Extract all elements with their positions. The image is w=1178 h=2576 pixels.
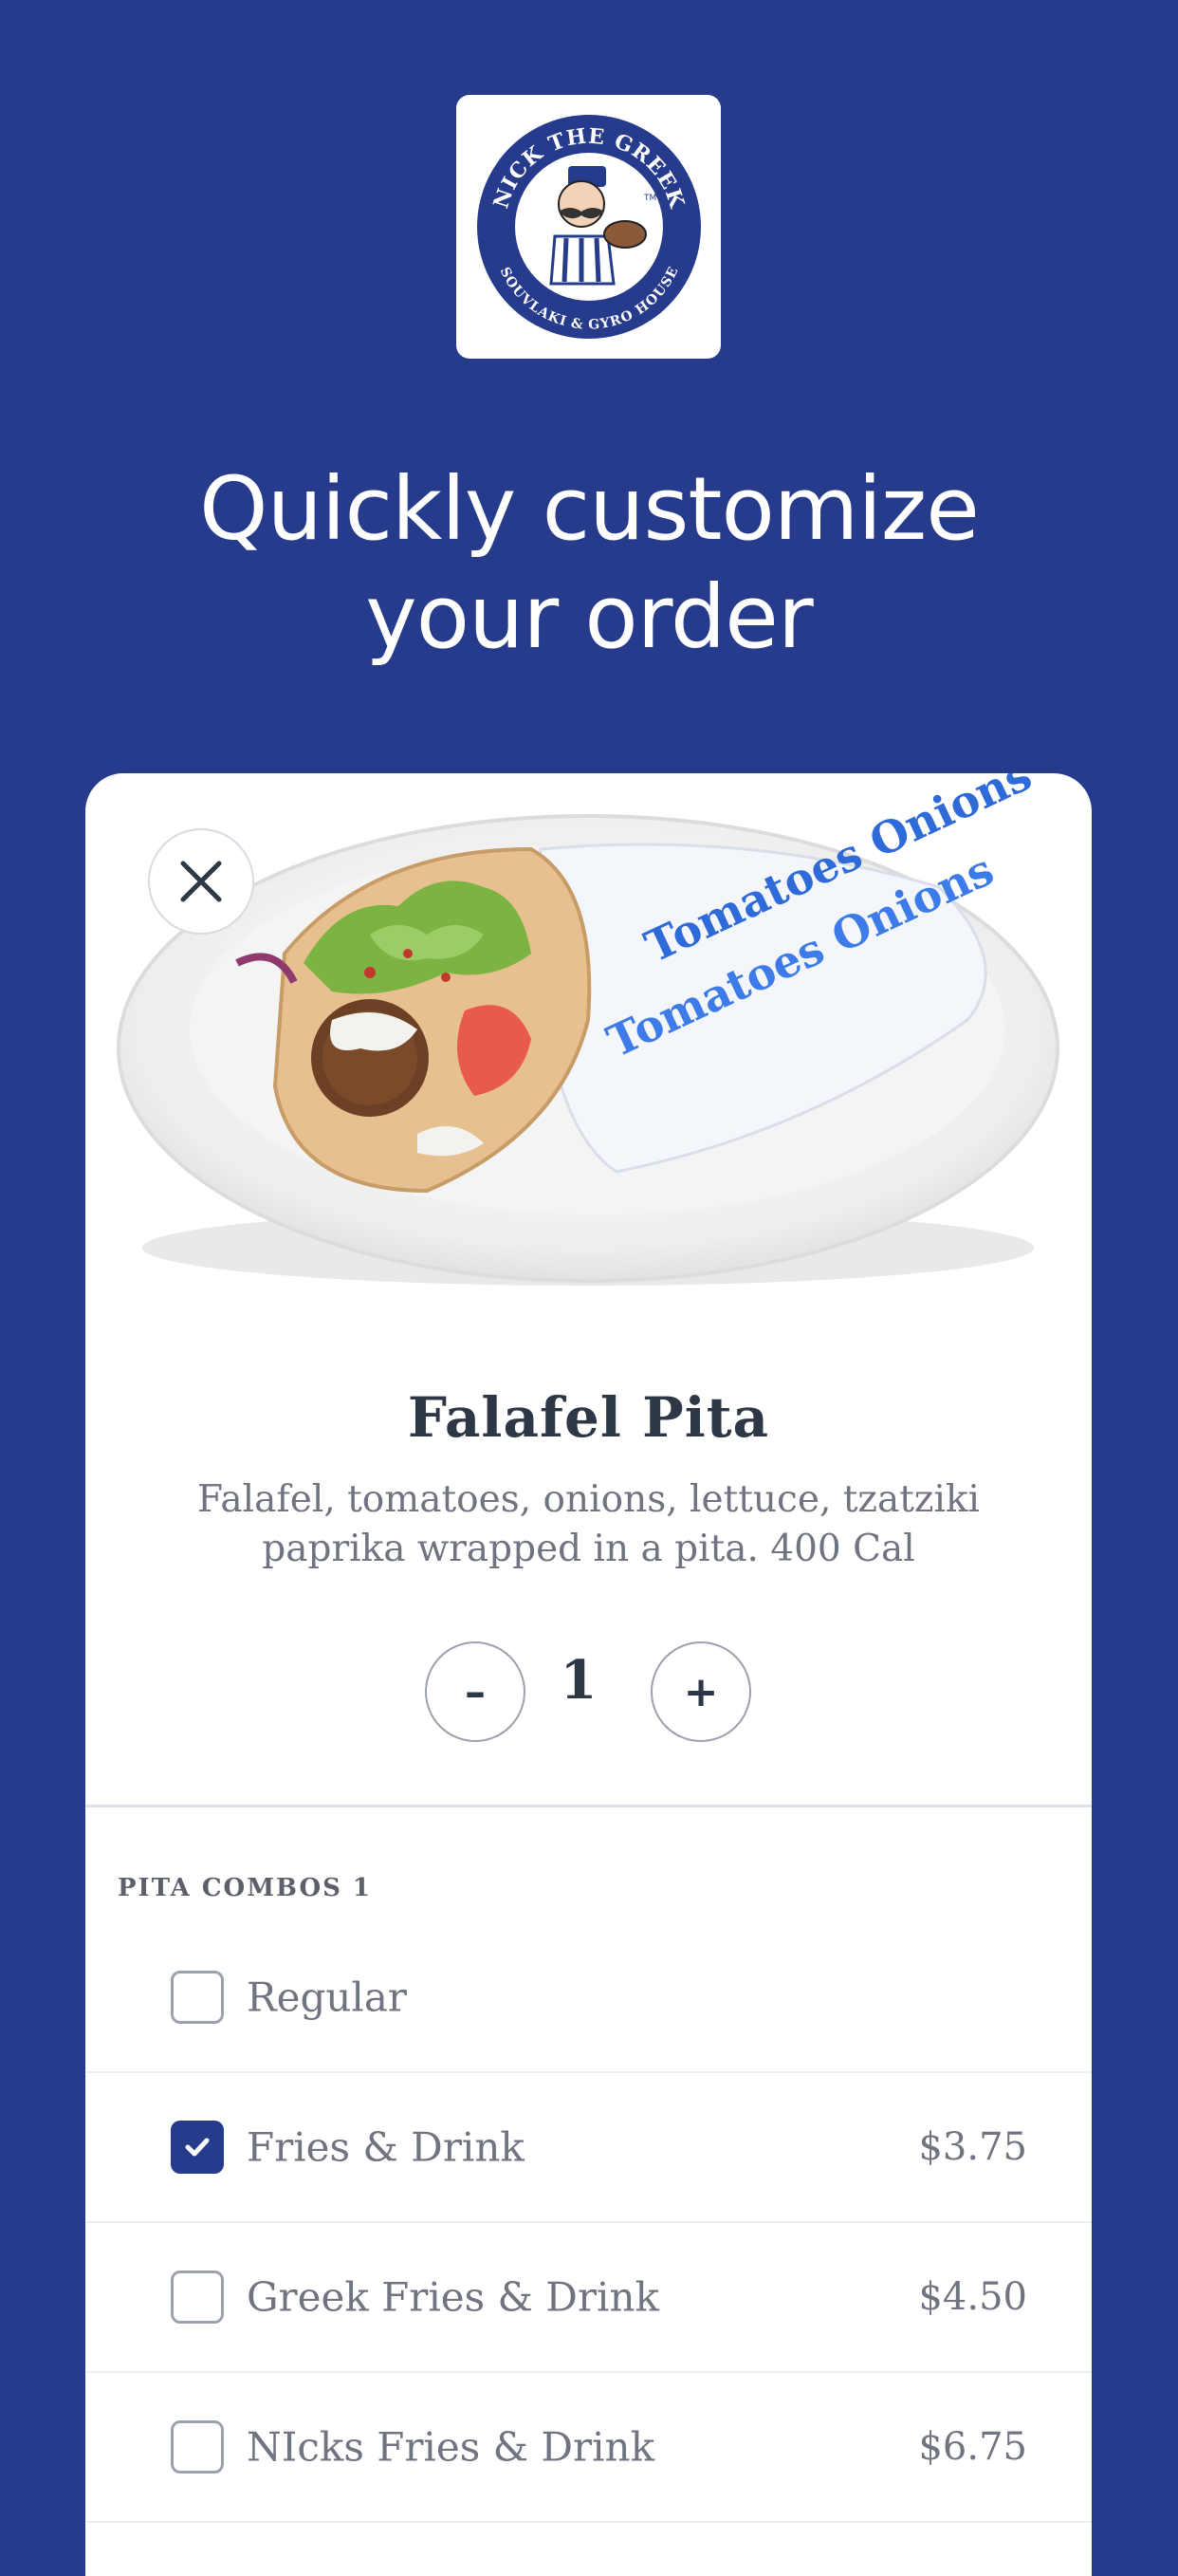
brand-logo: NICK THE GREEK SOUVLAKI & GYRO HOUSE TM <box>456 95 721 359</box>
logo-tm: TM <box>643 194 656 203</box>
section-label: PITA COMBOS 1 <box>118 1874 373 1902</box>
headline-line-1: Quickly customize <box>199 458 980 560</box>
product-description: Falafel, tomatoes, onions, lettuce, tzat… <box>196 1478 981 1570</box>
checkbox[interactable] <box>171 2420 224 2474</box>
option-label: Fries & Drink <box>247 2123 525 2171</box>
page-headline: Quickly customize your order <box>0 455 1178 672</box>
quantity-decrease-button[interactable]: – <box>425 1641 525 1742</box>
option-row-greek-fries-drink[interactable]: Greek Fries & Drink $4.50 <box>85 2223 1092 2373</box>
product-sheet: Tomatoes Onions Tomatoes Onions Falafel … <box>85 773 1092 2576</box>
option-price: $6.75 <box>918 2425 1027 2469</box>
option-row-fries-drink[interactable]: Fries & Drink $3.75 <box>85 2073 1092 2223</box>
product-title: Falafel Pita <box>407 1385 770 1450</box>
option-row-nicks-fries-drink[interactable]: NIcks Fries & Drink $6.75 <box>85 2373 1092 2523</box>
option-row-regular[interactable]: Regular <box>85 1923 1092 2073</box>
checkbox[interactable] <box>171 2270 224 2324</box>
option-price: $3.75 <box>918 2125 1027 2169</box>
close-button[interactable] <box>148 828 254 935</box>
close-icon <box>180 861 222 902</box>
logo-emblem: NICK THE GREEK SOUVLAKI & GYRO HOUSE TM <box>476 115 701 339</box>
checkmark-icon <box>185 2138 210 2157</box>
checkbox[interactable] <box>171 1971 224 2024</box>
option-label: Regular <box>247 1974 407 2021</box>
quantity-value: 1 <box>560 1649 598 1712</box>
option-label: NIcks Fries & Drink <box>247 2423 655 2471</box>
headline-line-2: your order <box>365 566 813 668</box>
option-label: Greek Fries & Drink <box>247 2273 659 2321</box>
checkbox-checked[interactable] <box>171 2121 224 2174</box>
section-divider <box>85 1805 1092 1807</box>
quantity-increase-button[interactable]: + <box>651 1641 751 1742</box>
option-price: $4.50 <box>918 2275 1027 2319</box>
